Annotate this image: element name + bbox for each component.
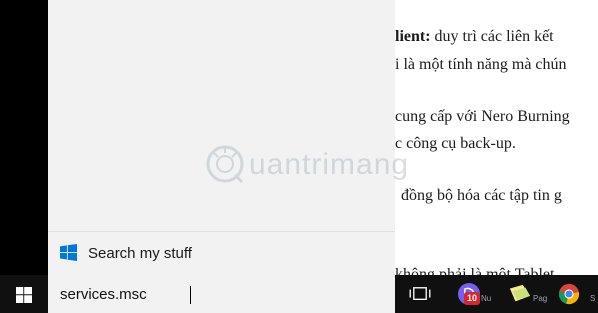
taskbar-app-partial[interactable]: S — [589, 275, 598, 313]
search-input[interactable] — [48, 275, 395, 313]
taskbar-app-chrome[interactable] — [553, 275, 588, 313]
notification-badge: 10 — [464, 292, 480, 305]
windows-start-icon — [16, 287, 32, 303]
sticky-notes-icon — [509, 284, 531, 302]
text-caret — [190, 286, 191, 304]
document-line: cung cấp với Nero Burning — [395, 108, 570, 125]
taskbar-app-viber[interactable]: 10 Nu — [452, 275, 492, 313]
start-search-panel: Search my stuff — [48, 0, 395, 275]
task-view-icon — [409, 287, 431, 300]
task-view-button[interactable] — [405, 275, 435, 313]
partial-app-label: S — [590, 294, 596, 303]
document-line: c công cụ back-up. — [395, 135, 516, 152]
windows-logo-icon — [60, 244, 77, 261]
document-line: lient: duy trì các liên kết — [395, 28, 554, 45]
quantrimang-logo-icon — [206, 145, 244, 184]
start-menu-left-rail — [0, 0, 48, 275]
taskbar-search-box[interactable] — [48, 275, 395, 313]
document-line: đồng bộ hóa các tập tin g — [401, 187, 562, 204]
watermark-text: uantrimang — [249, 148, 410, 181]
watermark: uantrimang — [205, 142, 408, 192]
taskbar: 10 Nu Pag S — [0, 275, 598, 313]
sticky-notes-label: Pag — [533, 294, 548, 303]
taskbar-app-sticky-notes[interactable]: Pag — [503, 275, 548, 313]
start-button[interactable] — [0, 275, 48, 313]
document-line: i là một tính năng mà chún — [395, 56, 567, 73]
chrome-icon — [558, 283, 580, 305]
background-document: lient: duy trì các liên kết i là một tín… — [395, 0, 598, 283]
viber-label: Nu — [481, 294, 492, 303]
search-my-stuff-item[interactable]: Search my stuff — [48, 236, 395, 272]
panel-divider — [48, 231, 395, 232]
search-my-stuff-label: Search my stuff — [88, 245, 192, 262]
